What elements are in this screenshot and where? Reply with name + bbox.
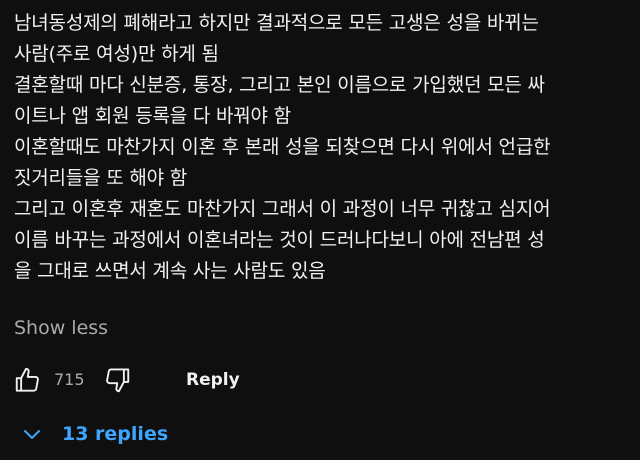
like-button[interactable] (10, 362, 46, 398)
comment-text: 남녀동성제의 폐해라고 하지만 결과적으로 모든 고생은 성을 바뀌는 사람(주… (14, 8, 634, 287)
comment-line: 이름 바꾸는 과정에서 이혼녀라는 것이 드러나다보니 아에 전남편 성 (14, 229, 545, 251)
dislike-button[interactable] (99, 362, 135, 398)
view-replies-toggle[interactable]: 13 replies (20, 416, 168, 452)
comment-line: 남녀동성제의 폐해라고 하지만 결과적으로 모든 고생은 성을 바뀌는 (14, 12, 539, 34)
chevron-down-icon (24, 430, 40, 439)
thumbs-down-icon (105, 368, 129, 393)
comment-line: 짓거리들을 또 해야 함 (14, 167, 188, 189)
comment-line: 사람(주로 여성)만 하게 됨 (14, 43, 219, 65)
comment-line: 을 그대로 쓰면서 계속 사는 사람도 있음 (14, 260, 326, 282)
comment-line: 이트나 앱 회원 등록을 다 바꿔야 함 (14, 105, 291, 127)
comment-line: 이혼할때도 마찬가지 이혼 후 본래 성을 되찾으면 다시 위에서 언급한 (14, 136, 551, 158)
comment-line: 결혼할때 마다 신분증, 통장, 그리고 본인 이름으로 가입했던 모든 싸 (14, 74, 545, 96)
thumbs-up-icon (15, 367, 39, 392)
comment-action-bar: 715 (10, 360, 135, 400)
show-less-button[interactable]: Show less (14, 314, 108, 342)
replies-count-label: 13 replies (62, 423, 169, 445)
reply-button[interactable]: Reply (176, 364, 250, 396)
comment-line: 그리고 이혼후 재혼도 마찬가지 그래서 이 과정이 너무 귀찮고 심지어 (14, 198, 551, 220)
like-count: 715 (54, 370, 85, 389)
